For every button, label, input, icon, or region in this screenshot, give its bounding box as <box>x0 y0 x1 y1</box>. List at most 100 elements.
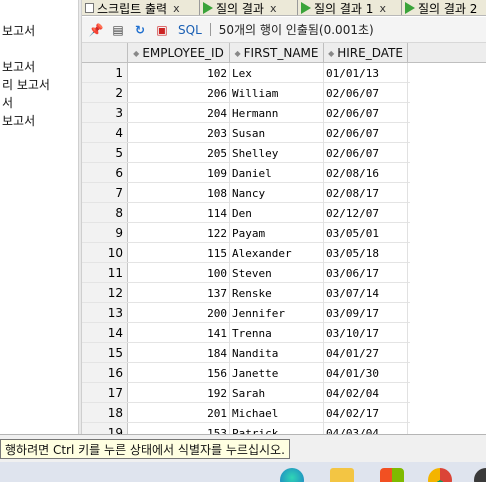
cell-first-name[interactable]: Alexander <box>230 243 324 263</box>
cell-hire-date[interactable]: 02/08/17 <box>324 183 408 203</box>
cell-hire-date[interactable]: 03/07/14 <box>324 283 408 303</box>
table-row[interactable]: 15 184 Nandita 04/01/27 <box>82 343 410 363</box>
row-number[interactable]: 18 <box>82 403 128 423</box>
close-icon[interactable]: x <box>270 2 277 15</box>
store-icon[interactable] <box>380 468 404 482</box>
cell-hire-date[interactable]: 02/06/07 <box>324 123 408 143</box>
edge-icon[interactable] <box>280 468 304 482</box>
cell-first-name[interactable]: Patrick <box>230 423 324 434</box>
row-number[interactable]: 15 <box>82 343 128 363</box>
table-row[interactable]: 2 206 William 02/06/07 <box>82 83 410 103</box>
cell-first-name[interactable]: Janette <box>230 363 324 383</box>
table-row[interactable]: 14 141 Trenna 03/10/17 <box>82 323 410 343</box>
cell-hire-date[interactable]: 02/06/07 <box>324 103 408 123</box>
row-number[interactable]: 17 <box>82 383 128 403</box>
row-number[interactable]: 9 <box>82 223 128 243</box>
export-icon[interactable]: ▣ <box>154 22 170 38</box>
cell-employee-id[interactable]: 204 <box>128 103 230 123</box>
nav-item[interactable]: 서 <box>2 94 13 111</box>
table-row[interactable]: 19 153 Patrick 04/03/04 <box>82 423 410 434</box>
cell-employee-id[interactable]: 153 <box>128 423 230 434</box>
tab-query-result-2[interactable]: 질의 결과 2 <box>402 0 486 15</box>
row-number[interactable]: 5 <box>82 143 128 163</box>
table-row[interactable]: 11 100 Steven 03/06/17 <box>82 263 410 283</box>
row-number[interactable]: 10 <box>82 243 128 263</box>
row-number[interactable]: 16 <box>82 363 128 383</box>
row-number[interactable]: 6 <box>82 163 128 183</box>
cell-employee-id[interactable]: 109 <box>128 163 230 183</box>
cell-employee-id[interactable]: 203 <box>128 123 230 143</box>
close-icon[interactable]: x <box>379 2 386 15</box>
cell-first-name[interactable]: Nancy <box>230 183 324 203</box>
cell-first-name[interactable]: Shelley <box>230 143 324 163</box>
tab-script-output[interactable]: 스크립트 출력 x <box>82 0 200 15</box>
tab-query-result[interactable]: 질의 결과 x <box>200 0 298 15</box>
row-number[interactable]: 14 <box>82 323 128 343</box>
nav-item[interactable]: 보고서 <box>2 58 35 75</box>
table-row[interactable]: 12 137 Renske 03/07/14 <box>82 283 410 303</box>
cell-employee-id[interactable]: 102 <box>128 63 230 83</box>
chrome-icon[interactable] <box>428 468 452 482</box>
table-row[interactable]: 13 200 Jennifer 03/09/17 <box>82 303 410 323</box>
table-row[interactable]: 5 205 Shelley 02/06/07 <box>82 143 410 163</box>
cell-employee-id[interactable]: 205 <box>128 143 230 163</box>
print-icon[interactable]: ▤ <box>110 22 126 38</box>
cell-first-name[interactable]: Lex <box>230 63 324 83</box>
column-header-first-name[interactable]: ◆ FIRST_NAME <box>230 43 324 63</box>
cell-hire-date[interactable]: 04/01/27 <box>324 343 408 363</box>
row-number[interactable]: 13 <box>82 303 128 323</box>
cell-employee-id[interactable]: 201 <box>128 403 230 423</box>
table-row[interactable]: 4 203 Susan 02/06/07 <box>82 123 410 143</box>
cell-first-name[interactable]: Jennifer <box>230 303 324 323</box>
cell-first-name[interactable]: Sarah <box>230 383 324 403</box>
table-row[interactable]: 16 156 Janette 04/01/30 <box>82 363 410 383</box>
cell-employee-id[interactable]: 137 <box>128 283 230 303</box>
cell-hire-date[interactable]: 04/02/04 <box>324 383 408 403</box>
row-number[interactable]: 7 <box>82 183 128 203</box>
table-row[interactable]: 7 108 Nancy 02/08/17 <box>82 183 410 203</box>
cell-employee-id[interactable]: 206 <box>128 83 230 103</box>
refresh-icon[interactable]: ↻ <box>132 22 148 38</box>
close-icon[interactable]: x <box>173 2 180 15</box>
cell-employee-id[interactable]: 100 <box>128 263 230 283</box>
cell-first-name[interactable]: Den <box>230 203 324 223</box>
table-row[interactable]: 3 204 Hermann 02/06/07 <box>82 103 410 123</box>
table-row[interactable]: 1 102 Lex 01/01/13 <box>82 63 410 83</box>
folder-icon[interactable] <box>330 468 354 482</box>
cell-hire-date[interactable]: 04/02/17 <box>324 403 408 423</box>
table-row[interactable]: 8 114 Den 02/12/07 <box>82 203 410 223</box>
cell-employee-id[interactable]: 115 <box>128 243 230 263</box>
cell-hire-date[interactable]: 04/03/04 <box>324 423 408 434</box>
row-number[interactable]: 8 <box>82 203 128 223</box>
nav-item[interactable]: 보고서 <box>2 22 35 39</box>
app-icon[interactable] <box>474 468 486 482</box>
row-number[interactable]: 2 <box>82 83 128 103</box>
cell-hire-date[interactable]: 03/05/18 <box>324 243 408 263</box>
cell-hire-date[interactable]: 03/06/17 <box>324 263 408 283</box>
cell-first-name[interactable]: Payam <box>230 223 324 243</box>
cell-first-name[interactable]: Steven <box>230 263 324 283</box>
cell-employee-id[interactable]: 141 <box>128 323 230 343</box>
cell-hire-date[interactable]: 02/12/07 <box>324 203 408 223</box>
cell-hire-date[interactable]: 03/05/01 <box>324 223 408 243</box>
column-header-hire-date[interactable]: ◆ HIRE_DATE <box>324 43 408 63</box>
row-number[interactable]: 4 <box>82 123 128 143</box>
row-number[interactable]: 3 <box>82 103 128 123</box>
cell-first-name[interactable]: Trenna <box>230 323 324 343</box>
cell-hire-date[interactable]: 02/06/07 <box>324 83 408 103</box>
table-row[interactable]: 6 109 Daniel 02/08/16 <box>82 163 410 183</box>
cell-employee-id[interactable]: 114 <box>128 203 230 223</box>
row-number[interactable]: 19 <box>82 423 128 434</box>
cell-employee-id[interactable]: 156 <box>128 363 230 383</box>
cell-employee-id[interactable]: 184 <box>128 343 230 363</box>
cell-first-name[interactable]: Michael <box>230 403 324 423</box>
cell-first-name[interactable]: Daniel <box>230 163 324 183</box>
pin-icon[interactable]: 📌 <box>88 22 104 38</box>
column-header-employee-id[interactable]: ◆ EMPLOYEE_ID <box>128 43 230 63</box>
row-number[interactable]: 12 <box>82 283 128 303</box>
cell-hire-date[interactable]: 02/08/16 <box>324 163 408 183</box>
cell-first-name[interactable]: Nandita <box>230 343 324 363</box>
row-number[interactable]: 11 <box>82 263 128 283</box>
cell-hire-date[interactable]: 03/09/17 <box>324 303 408 323</box>
table-row[interactable]: 18 201 Michael 04/02/17 <box>82 403 410 423</box>
